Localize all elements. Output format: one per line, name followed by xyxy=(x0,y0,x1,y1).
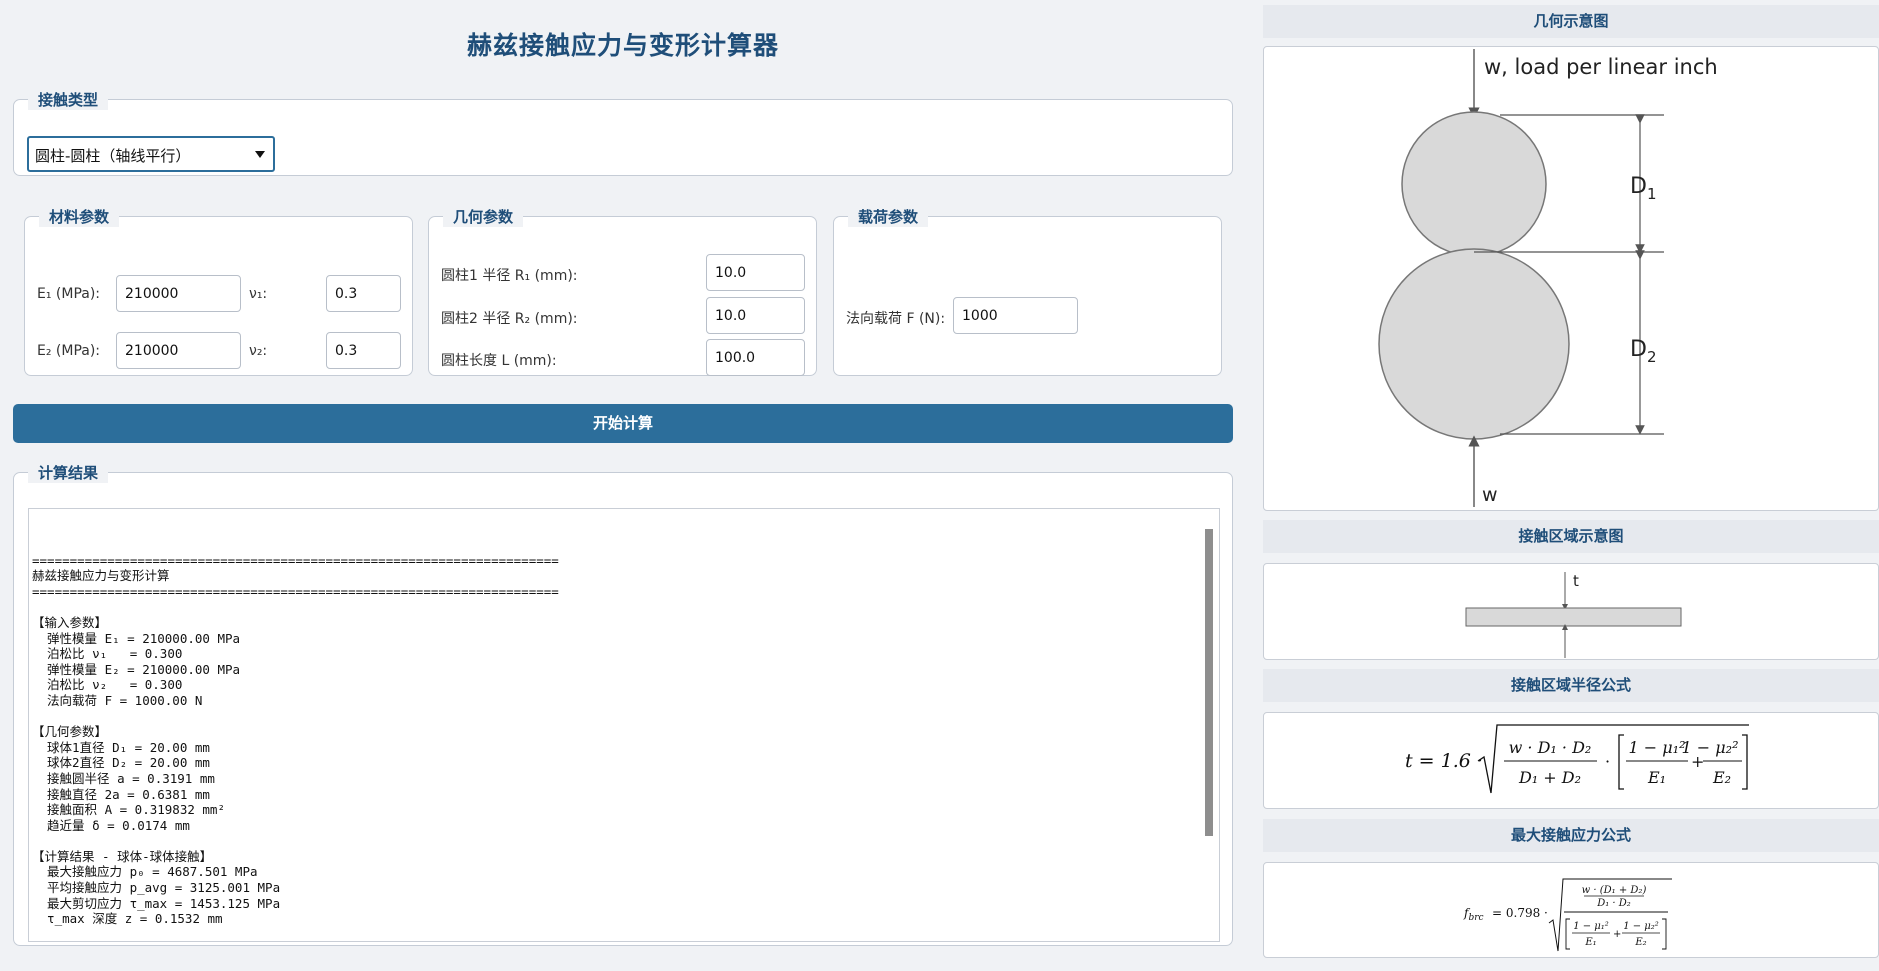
r1-label: 圆柱1 半径 R₁ (mm): xyxy=(441,268,578,284)
f2-plus: + xyxy=(1613,929,1621,940)
length-label: 圆柱长度 L (mm): xyxy=(441,353,557,369)
result-line: 接触圆半径 a = 0.3191 mm xyxy=(32,770,215,786)
f1-lbracket xyxy=(1618,734,1624,790)
result-line: 球体2直径 D₂ = 20.00 mm xyxy=(32,755,210,771)
result-line xyxy=(32,598,1219,614)
nu1-label: ν₁: xyxy=(249,286,268,302)
radius-formula-panel: t = 1.6 · w · D₁ · D₂ D₁ + D₂ · 1 − μ₁² … xyxy=(1263,712,1879,809)
results-lines: ========================================… xyxy=(32,552,1219,927)
results-textarea[interactable]: ========================================… xyxy=(28,508,1220,942)
cylinder-2 xyxy=(1378,248,1570,440)
result-line: 接触直径 2a = 0.6381 mm xyxy=(32,786,210,802)
contact-type-select[interactable]: 圆柱-圆柱（轴线平行） xyxy=(27,136,275,172)
f2-t2-den: E₂ xyxy=(1634,937,1646,948)
f1-dot: · xyxy=(1605,752,1610,771)
geometry-group-title: 几何参数 xyxy=(443,206,524,227)
stress-formula-panel: fbrc = 0.798 · w · (D₁ + D₂) D₁ · D₂ 1 −… xyxy=(1263,862,1879,958)
f1-rbracket xyxy=(1742,734,1748,790)
f1-t2-num: 1 − μ₂² xyxy=(1682,738,1739,757)
result-line: 趋近量 δ = 0.0174 mm xyxy=(32,817,190,833)
result-line: 平均接触应力 p_avg = 3125.001 MPa xyxy=(32,880,281,896)
app-title: 赫兹接触应力与变形计算器 xyxy=(466,31,779,60)
e1-label: E₁ (MPa): xyxy=(37,286,101,302)
geometry-group: 几何参数 圆柱1 半径 R₁ (mm): 10.0 圆柱2 半径 R₂ (mm)… xyxy=(428,206,817,376)
contact-type-group: 接触类型 圆柱-圆柱（轴线平行） xyxy=(13,89,1233,176)
calculate-button[interactable]: 开始计算 xyxy=(13,404,1233,443)
load-group-title: 载荷参数 xyxy=(848,206,929,227)
material-group-title: 材料参数 xyxy=(39,206,120,227)
radius-formula: t = 1.6 · w · D₁ · D₂ D₁ + D₂ · 1 − μ₁² … xyxy=(1405,724,1749,794)
result-line: 最大剪切应力 τ_max = 1453.125 MPa xyxy=(32,895,281,911)
e2-label: E₂ (MPa): xyxy=(37,343,101,359)
contact-type-selected-value: 圆柱-圆柱（轴线平行） xyxy=(35,147,191,165)
f2-coef: = 0.798 · xyxy=(1492,906,1548,920)
contact-area-panel: t xyxy=(1263,563,1879,660)
geometry-diagram-panel: w, load per linear inch D1 D2 w xyxy=(1263,46,1879,511)
t-label: t xyxy=(1573,572,1579,590)
stress-formula-header: 最大接触应力公式 xyxy=(1263,819,1879,852)
contact-type-group-title: 接触类型 xyxy=(28,89,109,110)
nu2-label: ν₂: xyxy=(249,343,268,359)
f2-rbracket xyxy=(1662,918,1667,950)
cylinder-1 xyxy=(1401,111,1547,257)
result-line xyxy=(32,832,1219,848)
contact-band xyxy=(1465,607,1682,627)
result-line: 【几何参数】 xyxy=(32,724,108,740)
result-line: ========================================… xyxy=(32,552,559,568)
contact-area-header: 接触区域示意图 xyxy=(1263,520,1879,553)
stress-formula: fbrc = 0.798 · w · (D₁ + D₂) D₁ · D₂ 1 −… xyxy=(1463,878,1672,952)
r2-input[interactable]: 10.0 xyxy=(706,297,805,334)
e2-input[interactable]: 210000 xyxy=(116,332,241,369)
f2-lhs: fbrc xyxy=(1463,906,1484,923)
result-line: 泊松比 ν₁ = 0.300 xyxy=(32,646,183,662)
chevron-down-icon[interactable] xyxy=(255,151,265,158)
force-input[interactable]: 1000 xyxy=(953,297,1078,334)
f1-den: D₁ + D₂ xyxy=(1518,768,1581,787)
contact-area-diagram: t xyxy=(1465,572,1682,658)
nu1-input[interactable]: 0.3 xyxy=(326,275,401,312)
result-line: 【输入参数】 xyxy=(32,614,108,630)
f2-t1-num: 1 − μ₁² xyxy=(1573,921,1609,932)
load-label: w, load per linear inch xyxy=(1484,55,1718,79)
f2-top-den: D₁ · D₂ xyxy=(1596,898,1631,909)
f2-lbracket xyxy=(1565,918,1570,950)
force-label: 法向载荷 F (N): xyxy=(846,311,946,327)
result-line: 球体1直径 D₁ = 20.00 mm xyxy=(32,739,210,755)
result-line xyxy=(32,708,1219,724)
e1-input[interactable]: 210000 xyxy=(116,275,241,312)
f1-t2-den: E₂ xyxy=(1712,768,1731,787)
f1-t1-num: 1 − μ₁² xyxy=(1629,738,1686,757)
load-group: 载荷参数 法向载荷 F (N): 1000 xyxy=(833,206,1222,376)
result-line: ========================================… xyxy=(32,583,559,599)
d2-label: D2 xyxy=(1630,337,1657,366)
result-line: 【计算结果 - 球体-球体接触】 xyxy=(32,848,213,864)
f2-t2-num: 1 − μ₂² xyxy=(1623,921,1659,932)
bottom-load-label: w xyxy=(1482,484,1498,506)
d1-label: D1 xyxy=(1630,174,1657,203)
length-input[interactable]: 100.0 xyxy=(706,339,805,376)
r1-input[interactable]: 10.0 xyxy=(706,254,805,291)
geometry-diagram: w, load per linear inch D1 D2 w xyxy=(1378,49,1718,507)
f1-t1-den: E₁ xyxy=(1647,768,1666,787)
f1-lhs: t = 1.6 · xyxy=(1405,750,1483,772)
result-line: τ_max 深度 z = 0.1532 mm xyxy=(32,911,223,927)
result-line: 弹性模量 E₂ = 210000.00 MPa xyxy=(32,661,241,677)
result-line: 最大接触应力 p₀ = 4687.501 MPa xyxy=(32,864,258,880)
results-group: 计算结果 ===================================… xyxy=(13,462,1233,946)
result-line: 法向载荷 F = 1000.00 N xyxy=(32,692,203,708)
f2-t1-den: E₁ xyxy=(1584,937,1596,948)
material-group: 材料参数 E₁ (MPa): 210000 ν₁: 0.3 E₂ (MPa): … xyxy=(24,206,413,376)
results-group-title: 计算结果 xyxy=(28,462,109,483)
r2-label: 圆柱2 半径 R₂ (mm): xyxy=(441,311,578,327)
f1-num: w · D₁ · D₂ xyxy=(1509,738,1592,757)
geometry-diagram-header: 几何示意图 xyxy=(1263,5,1879,38)
result-line: 赫兹接触应力与变形计算 xyxy=(32,568,170,584)
nu2-input[interactable]: 0.3 xyxy=(326,332,401,369)
result-line: 弹性模量 E₁ = 210000.00 MPa xyxy=(32,630,241,646)
f2-top-num: w · (D₁ + D₂) xyxy=(1582,885,1647,896)
radius-formula-header: 接触区域半径公式 xyxy=(1263,669,1879,702)
result-line: 泊松比 ν₂ = 0.300 xyxy=(32,677,183,693)
results-scrollbar-thumb[interactable] xyxy=(1205,529,1213,836)
result-line: 接触面积 A = 0.319832 mm² xyxy=(32,802,225,818)
